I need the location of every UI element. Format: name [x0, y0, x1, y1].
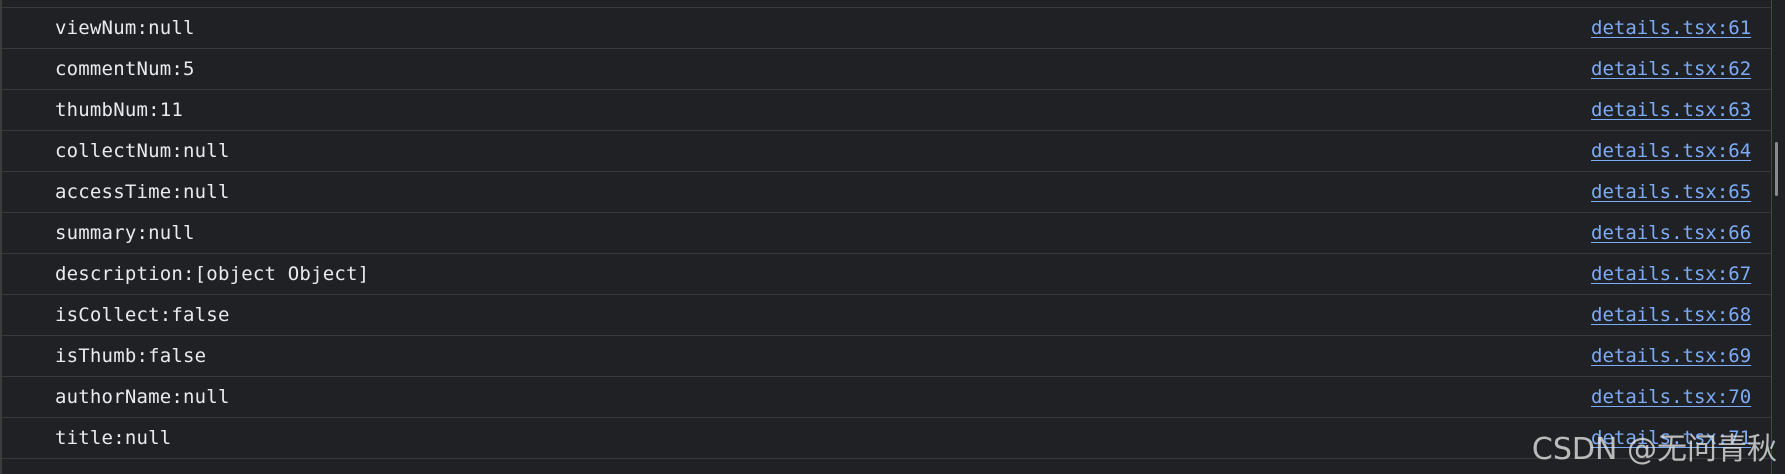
source-link[interactable]: details.tsx:71	[1591, 427, 1771, 449]
vertical-scrollbar[interactable]	[1771, 0, 1785, 474]
console-row: title:null details.tsx:71	[2, 418, 1771, 459]
source-link[interactable]: details.tsx:65	[1591, 181, 1771, 203]
source-link[interactable]: details.tsx:70	[1591, 386, 1771, 408]
source-link[interactable]: details.tsx:69	[1591, 345, 1771, 367]
console-message: viewNum:null	[55, 17, 195, 39]
console-row: description:[object Object] details.tsx:…	[2, 254, 1771, 295]
source-link[interactable]: details.tsx:63	[1591, 99, 1771, 121]
scrollbar-thumb[interactable]	[1775, 142, 1778, 196]
console-row: summary:null details.tsx:66	[2, 213, 1771, 254]
console-message: isCollect:false	[55, 304, 230, 326]
console-message: commentNum:5	[55, 58, 195, 80]
console-row: authorName:null details.tsx:70	[2, 377, 1771, 418]
console-row: isThumb:false details.tsx:69	[2, 336, 1771, 377]
source-link[interactable]: details.tsx:62	[1591, 58, 1771, 80]
console-message: collectNum:null	[55, 140, 230, 162]
console-row: viewNum:null details.tsx:61	[2, 8, 1771, 49]
console-message: thumbNum:11	[55, 99, 184, 121]
source-link[interactable]: details.tsx:67	[1591, 263, 1771, 285]
console-message: title:null	[55, 427, 172, 449]
console-message: accessTime:null	[55, 181, 230, 203]
console-row: accessTime:null details.tsx:65	[2, 172, 1771, 213]
console-row: thumbNum:11 details.tsx:63	[2, 90, 1771, 131]
console-top-strip	[2, 0, 1771, 8]
console-row: isCollect:false details.tsx:68	[2, 295, 1771, 336]
source-link[interactable]: details.tsx:64	[1591, 140, 1771, 162]
console-message: summary:null	[55, 222, 195, 244]
console-row: commentNum:5 details.tsx:62	[2, 49, 1771, 90]
console-message: authorName:null	[55, 386, 230, 408]
console-panel: viewNum:null details.tsx:61 commentNum:5…	[0, 0, 1771, 474]
console-message: isThumb:false	[55, 345, 207, 367]
console-message: description:[object Object]	[55, 263, 370, 285]
source-link[interactable]: details.tsx:68	[1591, 304, 1771, 326]
source-link[interactable]: details.tsx:66	[1591, 222, 1771, 244]
console-row: collectNum:null details.tsx:64	[2, 131, 1771, 172]
source-link[interactable]: details.tsx:61	[1591, 17, 1771, 39]
